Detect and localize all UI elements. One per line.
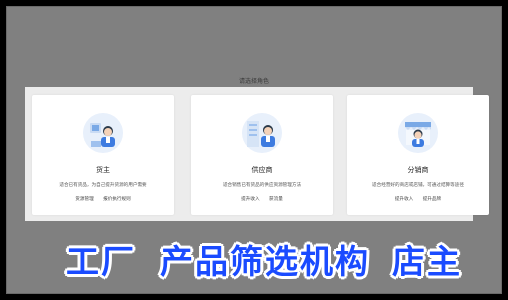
caption-product-screening: 产品筛选机构 [160, 242, 370, 281]
owner-illustration-icon [83, 113, 123, 153]
supplier-illustration-icon [242, 113, 282, 153]
role-desc-distributor: 适合经营好的商店或店铺，可通过结算等途径 [372, 183, 464, 188]
role-card-distributor[interactable]: 分销商 适合经营好的商店或店铺，可通过结算等途径 提升收入 提升品牌 [347, 95, 489, 215]
role-desc-supplier: 适合销售已有货品的供应资源管理方法 [222, 183, 302, 188]
page-heading: 请选择角色 [238, 78, 269, 85]
role-card-owner[interactable]: 货主 适合已有货品，为自己提升货源的用户需要 货源管理 报价执行规则 [32, 95, 174, 215]
role-tag: 提升品牌 [422, 197, 442, 202]
caption-shop-owner: 店主 [392, 242, 462, 281]
role-title-owner: 货主 [96, 166, 110, 174]
role-tag: 报价执行规则 [103, 197, 131, 202]
role-panel: 货主 适合已有货品，为自己提升货源的用户需要 货源管理 报价执行规则 供应商 适… [25, 87, 489, 221]
role-tags-distributor: 提升收入 提升品牌 [347, 196, 489, 202]
role-tags-supplier: 提升收入 获流量 [191, 196, 333, 202]
role-title-distributor: 分销商 [407, 166, 429, 174]
role-tag: 货源管理 [75, 197, 94, 202]
role-title-supplier: 供应商 [251, 166, 273, 174]
role-tag: 提升收入 [241, 197, 260, 202]
distributor-illustration-icon [398, 113, 438, 153]
role-card-supplier[interactable]: 供应商 适合销售已有货品的供应资源管理方法 提升收入 获流量 [191, 95, 333, 215]
caption-factory: 工厂 [66, 242, 136, 281]
role-tag: 获流量 [269, 197, 283, 202]
overlay-caption: 工厂 产品筛选机构 店主 [0, 235, 508, 281]
role-desc-owner: 适合已有货品，为自己提升货源的用户需要 [59, 183, 147, 188]
role-tags-owner: 货源管理 报价执行规则 [32, 196, 174, 202]
role-tag: 提升收入 [394, 197, 414, 202]
